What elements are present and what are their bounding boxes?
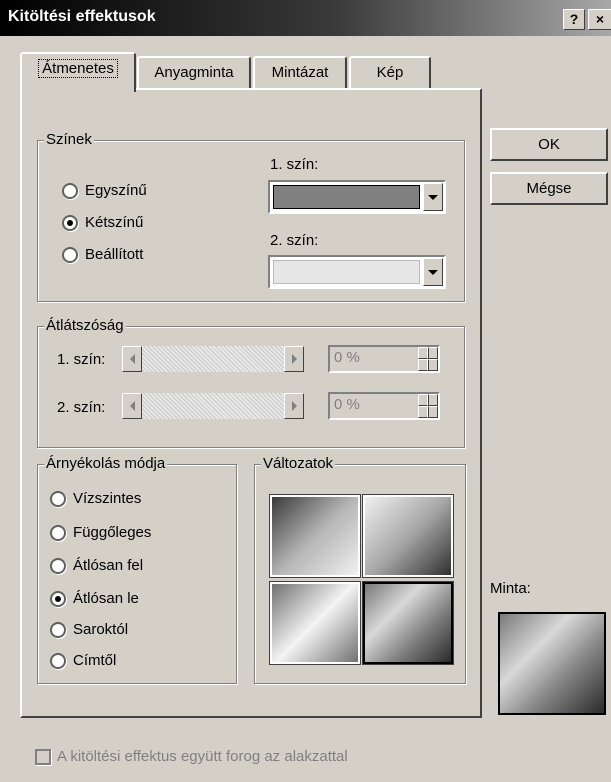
checkbox-label: A kitöltési effektus együtt forog az ala… [57,748,348,765]
radio-circle [50,621,66,638]
window-title: Kitöltési effektusok [8,8,156,25]
radio-vertical[interactable]: Függőleges [50,524,151,541]
radio-label: Saroktól [73,621,129,638]
scroll-left-icon[interactable] [122,346,142,372]
spin-up-icon[interactable] [418,394,438,406]
title-bar: Kitöltési effektusok ? × [0,0,611,36]
color2-swatch [273,260,420,284]
radio-dot [67,219,73,226]
radio-diagonal-down[interactable]: Átlósan le [50,590,139,607]
scroll-right-icon[interactable] [284,346,304,372]
rotate-with-shape-checkbox[interactable]: A kitöltési effektus együtt forog az ala… [35,748,348,765]
ok-button[interactable]: OK [490,128,608,161]
tab-gradient[interactable]: Átmenetes [20,52,136,92]
radio-label: Beállított [85,246,144,263]
transparency-from-spinner[interactable]: 0 % [328,345,440,373]
radio-circle [50,557,66,574]
radio-label: Függőleges [73,524,152,541]
color2-dropdown[interactable] [268,255,446,289]
radio-preset[interactable]: Beállított [62,246,143,263]
sample-preview [498,612,606,715]
tab-pattern[interactable]: Mintázat [253,56,347,90]
radio-horizontal[interactable]: Vízszintes [50,490,141,507]
spin-down-icon[interactable] [418,359,438,371]
radio-from-title[interactable]: Címtől [50,652,116,669]
radio-circle [62,246,78,263]
help-button[interactable]: ? [563,9,585,30]
scroll-right-icon[interactable] [284,393,304,419]
colors-legend: Színek [44,131,94,148]
tab-label: Átmenetes [38,59,118,78]
chevron-down-icon[interactable] [423,258,443,286]
radio-from-corner[interactable]: Saroktól [50,621,128,638]
radio-label: Vízszintes [73,490,142,507]
radio-label: Címtől [73,652,117,669]
radio-label: Egyszínű [85,182,147,199]
radio-circle [62,182,78,199]
spin-down-icon[interactable] [418,406,438,418]
color1-swatch [273,185,420,209]
variant-2[interactable] [363,495,453,577]
radio-circle [62,214,78,231]
radio-label: Kétszínű [85,214,144,231]
radio-circle [50,490,66,507]
tab-picture[interactable]: Kép [349,56,431,90]
sample-label: Minta: [490,580,531,597]
variants-legend: Változatok [261,455,336,472]
color1-dropdown[interactable] [268,180,446,214]
variant-4[interactable] [363,582,453,664]
spinner-value: 0 % [334,396,360,413]
radio-circle [50,524,66,541]
variant-1[interactable] [270,495,360,577]
color2-label: 2. szín: [270,232,319,249]
transparency-from-slider[interactable] [122,346,304,372]
spin-up-icon[interactable] [418,347,438,359]
radio-label: Átlósan fel [73,557,144,574]
transparency-to-label: 2. szín: [57,399,106,416]
radio-circle [50,590,66,607]
transparency-from-label: 1. szín: [57,351,106,368]
radio-dot [55,595,61,602]
tab-texture[interactable]: Anyagminta [137,56,251,90]
close-button[interactable]: × [588,9,611,30]
radio-one-color[interactable]: Egyszínű [62,182,147,199]
scroll-left-icon[interactable] [122,393,142,419]
transparency-to-spinner[interactable]: 0 % [328,392,440,420]
radio-circle [50,652,66,669]
transparency-to-slider[interactable] [122,393,304,419]
transparency-legend: Átlátszóság [44,317,126,334]
variant-3[interactable] [270,582,360,664]
shading-legend: Árnyékolás módja [44,455,168,472]
color1-label: 1. szín: [270,156,319,173]
radio-diagonal-up[interactable]: Átlósan fel [50,557,143,574]
spinner-value: 0 % [334,349,360,366]
cancel-button[interactable]: Mégse [490,172,608,205]
radio-label: Átlósan le [73,590,139,607]
radio-two-colors[interactable]: Kétszínű [62,214,143,231]
checkbox-box [35,748,51,765]
chevron-down-icon[interactable] [423,183,443,211]
